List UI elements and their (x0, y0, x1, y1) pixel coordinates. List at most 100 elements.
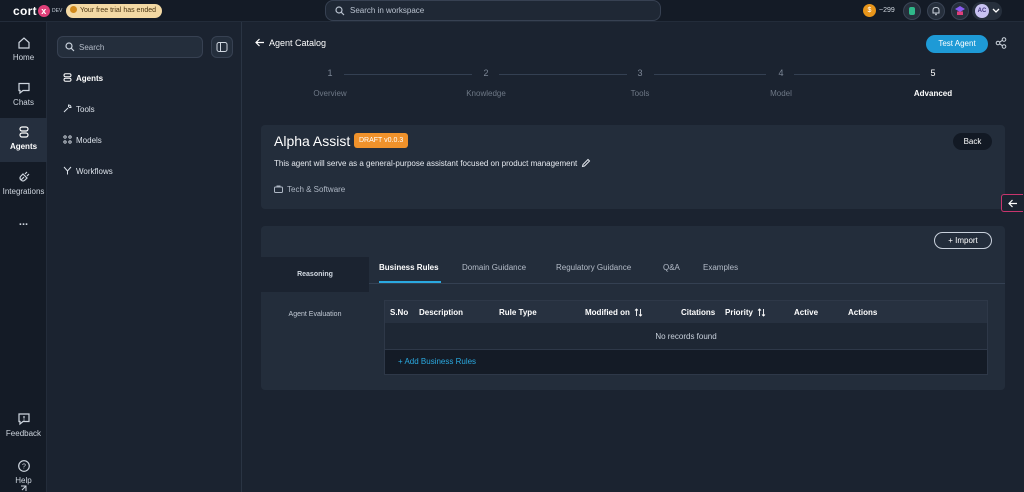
wizard-stepper: 1 Overview 2 Knowledge 3 Tools 4 Model 5 Adva… (243, 68, 1024, 108)
sort-icon (757, 308, 766, 317)
step-overview[interactable]: 1 Overview (285, 68, 375, 98)
models-icon (63, 135, 72, 144)
agents-icon (18, 126, 29, 138)
workspace-icon-button[interactable] (903, 2, 921, 20)
tab-domain-guidance[interactable]: Domain Guidance (462, 263, 526, 272)
rail-label-feedback: Feedback (5, 429, 42, 438)
nav-search-input[interactable]: Search (57, 36, 203, 58)
test-agent-button[interactable]: Test Agent (926, 35, 988, 53)
left-rail: Home Chats Agents Integrations ... Feedb… (0, 22, 47, 492)
tab-regulatory-guidance[interactable]: Regulatory Guidance (556, 263, 631, 272)
rail-more-button[interactable]: ... (0, 216, 47, 236)
column-active: Active (794, 308, 819, 317)
import-button[interactable]: + Import (934, 232, 992, 249)
notifications-button[interactable] (927, 2, 945, 20)
rail-label-chats: Chats (13, 98, 34, 107)
more-icon: ... (18, 216, 29, 228)
rail-item-chats[interactable]: Chats (0, 75, 47, 119)
rail-item-integrations[interactable]: Integrations (0, 166, 47, 210)
search-icon (65, 42, 75, 52)
coin-icon: $ (863, 4, 876, 17)
column-actions: Actions (848, 308, 878, 317)
rail-item-home[interactable]: Home (0, 30, 47, 74)
empty-state: No records found (385, 323, 987, 350)
rail-label-integrations: Integrations (2, 187, 45, 196)
main-content: Agent Catalog Test Agent 1 Overview 2 Know… (243, 22, 1024, 492)
org-icon (955, 6, 965, 15)
column-modified-on[interactable]: Modified on (585, 308, 643, 317)
column-priority[interactable]: Priority (725, 308, 766, 317)
column-citations: Citations (681, 308, 716, 317)
credits-count[interactable]: ~299 (879, 7, 895, 14)
database-icon (909, 7, 915, 15)
search-icon (335, 6, 345, 16)
breadcrumb[interactable]: Agent Catalog (255, 38, 326, 48)
top-bar: cort x DEV Your free trial has ended Sear… (0, 0, 1024, 22)
org-switch-button[interactable] (951, 2, 969, 20)
expand-panel-button[interactable] (1001, 194, 1023, 212)
rail-item-feedback[interactable]: Feedback (0, 410, 47, 454)
business-rules-table: S.No Description Rule Type Modified on C… (384, 300, 988, 375)
arrow-left-icon (1008, 199, 1017, 208)
sidebar-toggle-icon (216, 42, 228, 52)
column-sno: S.No (390, 308, 409, 317)
external-link-icon (21, 485, 27, 491)
nav-search-placeholder: Search (79, 43, 105, 52)
tab-bar: Business Rules Domain Guidance Regulator… (369, 257, 1005, 284)
app-logo[interactable]: cort x (13, 4, 50, 18)
side-tab-agent-evaluation[interactable]: Agent Evaluation (261, 297, 369, 332)
agents-icon (63, 73, 72, 82)
nav-item-workflows[interactable]: Workflows (63, 166, 113, 176)
bell-icon (932, 6, 940, 16)
workspace-search-placeholder: Search in workspace (350, 6, 425, 15)
tab-business-rules[interactable]: Business Rules (379, 263, 439, 272)
rail-label-home: Home (12, 53, 35, 62)
warning-icon (70, 6, 77, 13)
column-rule-type: Rule Type (499, 308, 537, 317)
column-description: Description (419, 308, 464, 317)
tab-examples[interactable]: Examples (703, 263, 738, 272)
agent-description: This agent will serve as a general-purpo… (274, 158, 591, 168)
add-business-rule-link[interactable]: + Add Business Rules (398, 357, 476, 366)
rail-item-help[interactable]: ? Help (0, 457, 47, 492)
agent-name: Alpha Assist (274, 133, 351, 149)
agent-summary-card: Alpha Assist DRAFT v0.0.3 This agent wil… (261, 125, 1005, 209)
pencil-icon[interactable] (581, 158, 591, 168)
agent-industry: Tech & Software (274, 185, 345, 194)
feedback-icon (17, 413, 30, 426)
step-advanced[interactable]: 5 Advanced (888, 68, 978, 98)
help-icon: ? (17, 460, 30, 472)
rail-item-agents[interactable]: Agents (0, 118, 47, 162)
step-model[interactable]: 4 Model (736, 68, 826, 98)
svg-text:?: ? (22, 464, 26, 471)
user-menu[interactable]: AC (972, 2, 1002, 20)
nav-item-tools[interactable]: Tools (63, 104, 95, 114)
plug-icon (18, 171, 29, 182)
rail-label-agents: Agents (9, 142, 38, 151)
env-label: DEV (52, 8, 63, 14)
step-knowledge[interactable]: 2 Knowledge (441, 68, 531, 98)
wrench-icon (63, 104, 72, 113)
step-tools[interactable]: 3 Tools (595, 68, 685, 98)
share-icon[interactable] (995, 37, 1007, 49)
chevron-down-icon (992, 8, 1000, 13)
home-icon (17, 37, 30, 49)
side-tab-reasoning[interactable]: Reasoning (261, 257, 369, 292)
sort-icon (634, 308, 643, 317)
status-badge: DRAFT v0.0.3 (354, 133, 409, 148)
rail-label-help: Help (0, 476, 47, 492)
briefcase-icon (274, 185, 283, 193)
tab-qa[interactable]: Q&A (663, 263, 680, 272)
nav-item-agents[interactable]: Agents (63, 73, 103, 83)
avatar: AC (975, 4, 989, 18)
nav-item-models[interactable]: Models (63, 135, 102, 145)
agent-nav-panel: Search Agents Tools Models Workflows (47, 22, 242, 492)
collapse-panel-button[interactable] (211, 36, 233, 58)
arrow-left-icon (255, 38, 264, 47)
back-button[interactable]: Back (953, 133, 992, 150)
workspace-search[interactable]: Search in workspace (325, 0, 661, 21)
active-tab-indicator (379, 281, 441, 283)
trial-banner: Your free trial has ended (66, 4, 163, 18)
workflow-icon (63, 166, 72, 175)
side-tab-list: Reasoning Agent Evaluation (261, 257, 369, 390)
